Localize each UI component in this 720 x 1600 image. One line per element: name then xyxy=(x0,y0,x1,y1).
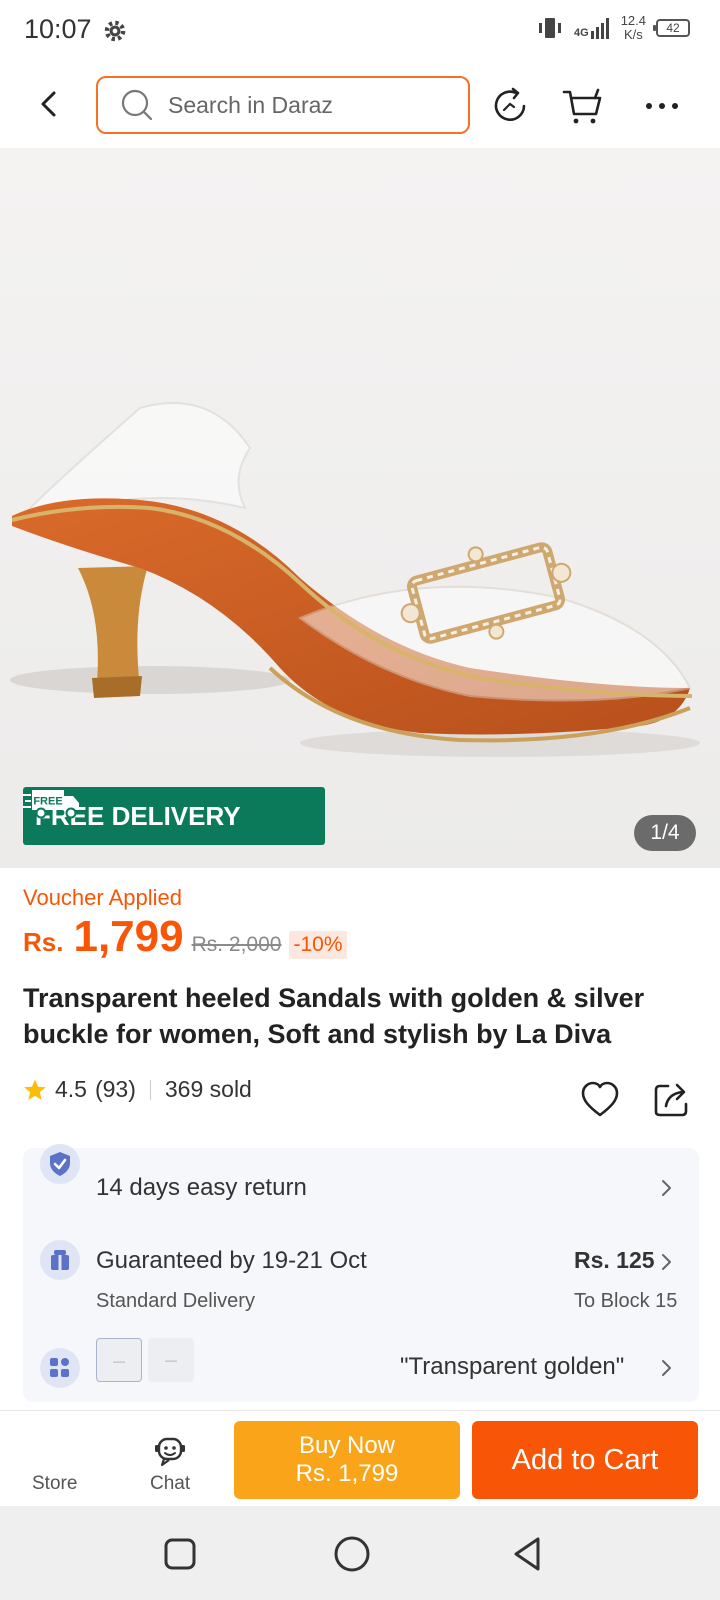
cart-icon[interactable] xyxy=(562,84,606,128)
rating-value: 4.5 xyxy=(55,1076,87,1102)
delivery-destination: To Block 15 xyxy=(574,1290,678,1312)
delivery-guarantee-text[interactable]: Guaranteed by 19-21 Oct xyxy=(96,1247,367,1275)
delivery-type-text: Standard Delivery xyxy=(96,1290,255,1312)
gift-box-icon xyxy=(40,1240,80,1280)
buy-now-label: Buy Now xyxy=(298,1432,396,1459)
more-icon[interactable] xyxy=(640,84,684,128)
nav-circle-icon[interactable] xyxy=(330,1532,374,1576)
system-nav-bar xyxy=(0,1506,720,1600)
product-photo xyxy=(0,148,720,868)
variant-thumbnail[interactable]: — xyxy=(96,1338,142,1382)
store-button[interactable]: Store xyxy=(32,1473,77,1495)
chevron-right-icon[interactable] xyxy=(660,1252,674,1272)
price-row: Rs. 1,799 Rs. 2,000 -10% xyxy=(23,912,347,962)
buy-now-price: Rs. 1,799 xyxy=(295,1460,399,1487)
status-bar: 10:07 4G 12.4 K/s 42 xyxy=(0,0,720,64)
svg-text:FREE: FREE xyxy=(33,796,62,808)
voucher-applied-label: Voucher Applied xyxy=(23,885,183,910)
battery-icon: 42 xyxy=(653,19,690,37)
refresh-icon[interactable] xyxy=(488,84,532,128)
network-speed: 12.4 K/s xyxy=(620,13,646,42)
price-currency: Rs. xyxy=(23,927,64,957)
free-delivery-badge: FREE FREE DELIVERY xyxy=(23,787,325,845)
star-icon xyxy=(24,1079,46,1100)
search-input[interactable]: Search in Daraz xyxy=(96,76,470,134)
rating-row[interactable]: 4.5 (93) 369 sold xyxy=(23,1076,252,1103)
search-icon xyxy=(121,89,153,121)
chat-icon[interactable] xyxy=(152,1433,188,1469)
back-arrow-icon[interactable] xyxy=(30,82,70,126)
product-title: Transparent heeled Sandals with golden &… xyxy=(23,983,645,1049)
bottom-action-bar: Store Chat Buy Now Rs. 1,799 Add to Cart xyxy=(0,1410,720,1506)
original-price: Rs. 2,000 xyxy=(191,933,282,956)
selected-variant[interactable]: "Transparent golden" xyxy=(400,1353,624,1381)
top-header: Search in Daraz xyxy=(0,64,720,148)
chevron-right-icon[interactable] xyxy=(660,1178,674,1198)
variant-grid-icon xyxy=(40,1348,80,1388)
nav-back-triangle-icon[interactable] xyxy=(506,1532,550,1576)
vibrate-icon xyxy=(539,18,561,38)
review-count: (93) xyxy=(94,1076,136,1102)
signal-icon: 4G xyxy=(574,17,611,39)
truck-icon: FREE xyxy=(23,790,79,819)
buy-now-button[interactable]: Buy Now Rs. 1,799 xyxy=(234,1421,460,1499)
price-value: 1,799 xyxy=(73,912,184,961)
product-image-carousel[interactable]: FREE FREE DELIVERY 1/4 xyxy=(0,148,720,868)
delivery-fee: Rs. 125 xyxy=(574,1247,655,1273)
image-pager: 1/4 xyxy=(634,815,696,851)
discount-badge: -10% xyxy=(289,931,347,959)
search-placeholder: Search in Daraz xyxy=(168,91,333,118)
status-indicators: 4G 12.4 K/s 42 xyxy=(536,14,690,42)
sold-count: 369 sold xyxy=(164,1076,252,1102)
variant-thumbnail[interactable]: — xyxy=(148,1338,194,1382)
heart-icon[interactable] xyxy=(580,1080,620,1120)
add-to-cart-button[interactable]: Add to Cart xyxy=(472,1421,698,1499)
nav-square-icon[interactable] xyxy=(158,1532,202,1576)
chevron-right-icon[interactable] xyxy=(660,1358,674,1378)
divider xyxy=(149,1079,151,1100)
return-policy-text[interactable]: 14 days easy return xyxy=(96,1174,307,1202)
chat-label[interactable]: Chat xyxy=(150,1473,190,1495)
status-time: 10:07 xyxy=(24,14,92,44)
shield-check-icon xyxy=(40,1144,80,1184)
settings-gear-icon xyxy=(104,20,126,42)
share-icon[interactable] xyxy=(652,1080,690,1118)
